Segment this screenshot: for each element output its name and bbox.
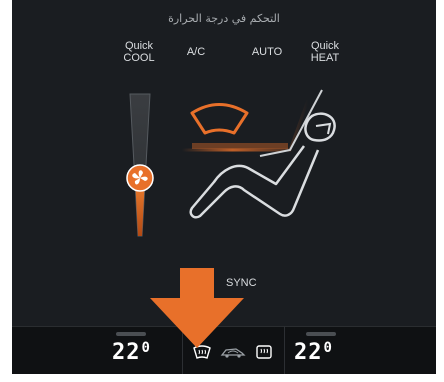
auto-button[interactable]: AUTO (242, 46, 292, 58)
pointer-arrow-icon (150, 268, 244, 348)
rear-defrost-icon[interactable] (255, 343, 273, 361)
windshield-vent-icon (190, 103, 249, 135)
left-temperature-whole: 22 (112, 340, 141, 365)
ac-button[interactable]: A/C (176, 46, 216, 58)
right-temperature-whole: 22 (294, 340, 323, 365)
right-temperature[interactable]: 220 (294, 340, 333, 365)
quick-cool-button[interactable]: Quick COOL (112, 40, 166, 64)
left-temp-handle[interactable] (116, 332, 146, 336)
right-temperature-decimal: 0 (323, 340, 333, 356)
page-title: التحكم في درجة الحرارة (168, 12, 280, 25)
left-temperature[interactable]: 220 (112, 340, 151, 365)
divider (284, 326, 285, 374)
quick-heat-button[interactable]: Quick HEAT (298, 40, 352, 64)
fan-icon (126, 164, 154, 192)
right-temp-handle[interactable] (306, 332, 336, 336)
airflow-diagram[interactable] (162, 88, 352, 238)
